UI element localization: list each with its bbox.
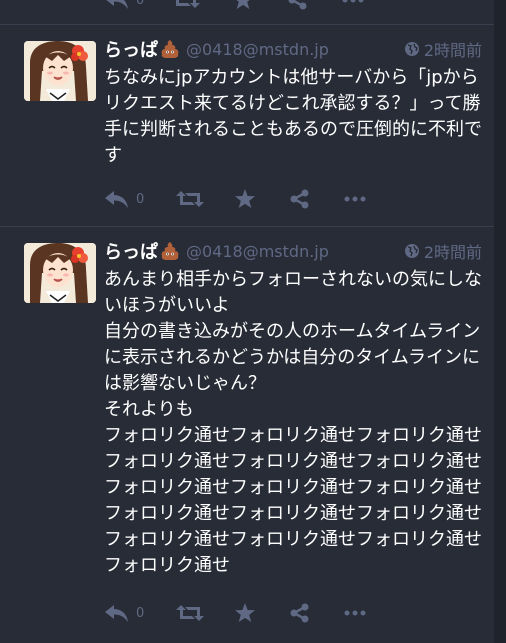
more-button[interactable] <box>344 603 366 623</box>
ellipsis-icon <box>342 0 364 3</box>
reply-icon <box>105 605 128 622</box>
account-handle[interactable]: @0418@mstdn.jp <box>186 242 329 261</box>
status-text: あんまり相手からフォローされないの気にしないほうがいいよ 自分の書き込みがその人… <box>104 269 482 576</box>
avatar[interactable] <box>24 243 96 303</box>
favourite-button[interactable] <box>234 603 256 623</box>
status-content: ちなみにjpアカウントは他サーバから「jpからリクエスト来てるけどこれ承認する？… <box>104 65 482 169</box>
reply-icon <box>106 0 128 9</box>
ellipsis-icon <box>344 610 366 616</box>
display-name-text: らっぱ <box>104 242 158 263</box>
globe-icon <box>404 244 419 258</box>
status-text: ちなみにjpアカウントは他サーバから「jpからリクエスト来てるけどこれ承認する？… <box>104 67 482 166</box>
status-actions: 0 <box>104 600 366 626</box>
reply-count: 0 <box>136 0 145 8</box>
display-name[interactable]: らっぱ <box>104 238 180 264</box>
previous-status-partial: 0 <box>0 0 494 25</box>
share-button[interactable] <box>288 0 308 10</box>
poop-emoji-icon <box>161 242 179 260</box>
star-icon <box>235 189 255 208</box>
status-header: らっぱ @0418@mstdn.jp 2時間前 <box>104 36 482 62</box>
status-actions: 0 <box>104 186 366 212</box>
timestamp-text: 2時間前 <box>423 41 482 60</box>
more-button[interactable] <box>342 0 364 10</box>
scrollbar[interactable] <box>494 0 506 643</box>
reply-count: 0 <box>136 605 145 621</box>
share-button[interactable] <box>290 189 310 209</box>
timestamp[interactable]: 2時間前 <box>404 37 482 61</box>
display-name-text: らっぱ <box>104 40 158 61</box>
timestamp[interactable]: 2時間前 <box>404 239 482 263</box>
star-icon <box>236 0 250 9</box>
boost-button[interactable] <box>176 603 204 623</box>
favourite-button[interactable] <box>232 0 254 10</box>
avatar-image <box>24 243 96 303</box>
status-item[interactable]: らっぱ @0418@mstdn.jp 2時間前 ちなみにjpアカウントは他サーバ… <box>0 25 494 227</box>
avatar-image <box>24 41 96 101</box>
reply-count: 0 <box>136 191 145 207</box>
status-header: らっぱ @0418@mstdn.jp 2時間前 <box>104 238 482 264</box>
reply-button[interactable]: 0 <box>104 189 158 209</box>
timestamp-text: 2時間前 <box>423 243 482 262</box>
ellipsis-icon <box>344 196 366 202</box>
share-icon <box>290 603 309 623</box>
boost-button[interactable] <box>176 189 204 209</box>
status-item[interactable]: らっぱ @0418@mstdn.jp 2時間前 あんまり相手からフォローされない… <box>0 227 494 643</box>
star-icon <box>235 603 255 622</box>
favourite-button[interactable] <box>234 189 256 209</box>
globe-icon <box>404 42 419 56</box>
reply-button[interactable]: 0 <box>104 0 158 10</box>
status-content: あんまり相手からフォローされないの気にしないほうがいいよ 自分の書き込みがその人… <box>104 267 482 579</box>
retweet-icon <box>176 191 204 207</box>
more-button[interactable] <box>344 189 366 209</box>
share-icon <box>290 189 309 209</box>
retweet-icon <box>176 0 200 8</box>
poop-emoji-icon <box>161 40 179 58</box>
boost-button[interactable] <box>172 0 200 10</box>
avatar[interactable] <box>24 41 96 101</box>
retweet-icon <box>176 605 204 621</box>
reply-icon <box>105 191 128 208</box>
account-handle[interactable]: @0418@mstdn.jp <box>186 40 329 59</box>
share-button[interactable] <box>290 603 310 623</box>
share-icon <box>288 0 307 10</box>
reply-button[interactable]: 0 <box>104 603 158 623</box>
display-name[interactable]: らっぱ <box>104 36 180 62</box>
